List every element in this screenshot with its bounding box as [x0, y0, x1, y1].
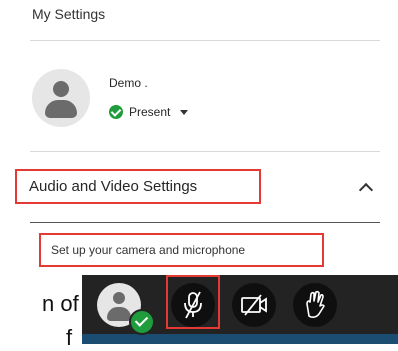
camera-off-icon — [241, 294, 267, 316]
setup-camera-microphone-link[interactable]: Set up your camera and microphone — [39, 233, 324, 267]
chevron-up-icon[interactable] — [358, 182, 374, 198]
camera-button[interactable] — [232, 283, 276, 327]
session-toolbar — [82, 275, 398, 344]
toolbar-present-badge-icon — [129, 309, 155, 335]
background-text-line2: f — [66, 325, 73, 350]
audio-video-settings-title: Audio and Video Settings — [29, 178, 198, 195]
toolbar-avatar-head — [113, 292, 125, 304]
profile-divider — [30, 151, 380, 152]
toolbar-bottom-strip — [82, 334, 398, 344]
microphone-button[interactable] — [171, 283, 215, 327]
status-dropdown[interactable]: Present — [109, 103, 189, 121]
present-check-icon — [109, 105, 123, 119]
user-name: Demo . — [109, 76, 148, 90]
avatar — [32, 69, 90, 127]
raise-hand-icon — [306, 290, 325, 318]
title-divider — [30, 40, 380, 41]
status-label: Present — [129, 105, 171, 119]
toolbar-avatar-body — [107, 307, 131, 321]
section-divider — [30, 222, 380, 223]
page-title: My Settings — [32, 6, 106, 22]
avatar-head — [53, 81, 69, 97]
setup-camera-microphone-text: Set up your camera and microphone — [51, 243, 246, 257]
caret-down-icon — [180, 109, 189, 115]
avatar-body — [45, 100, 77, 118]
background-text-line1: n of — [42, 291, 79, 316]
audio-video-settings-header[interactable]: Audio and Video Settings — [15, 169, 261, 204]
raise-hand-button[interactable] — [293, 283, 337, 327]
microphone-muted-icon — [184, 291, 202, 319]
